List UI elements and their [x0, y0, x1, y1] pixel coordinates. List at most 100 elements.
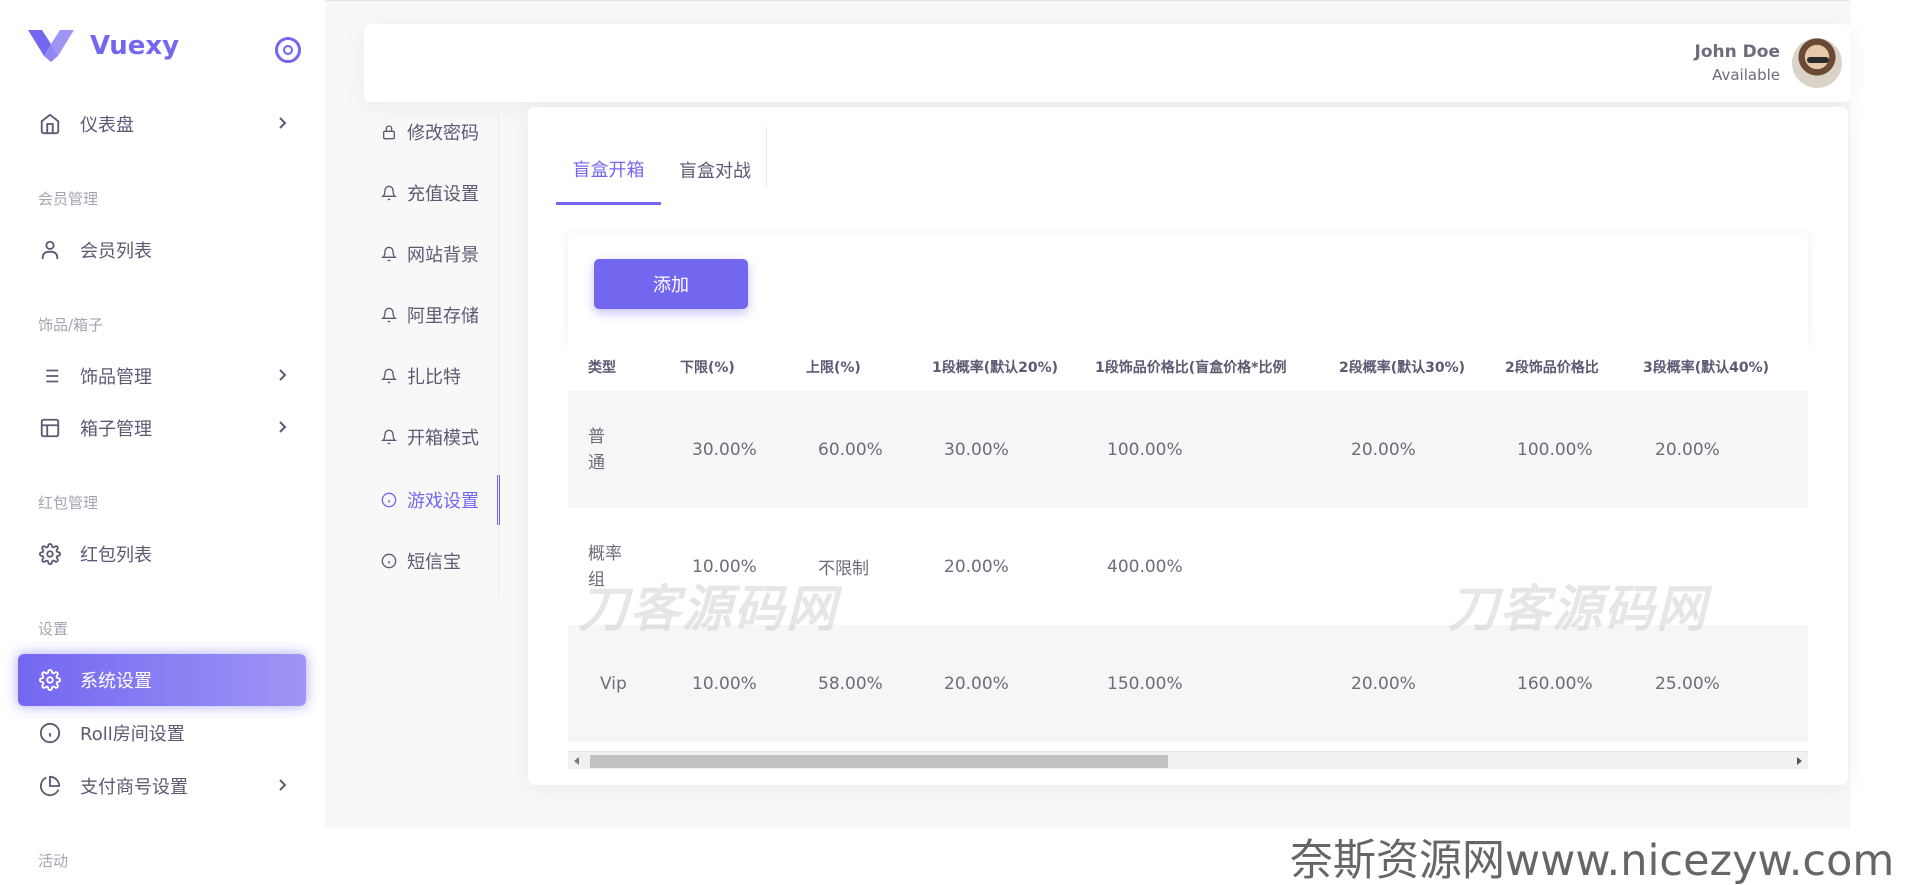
column-header: 上限(%) [786, 343, 912, 391]
column-header: 类型 [568, 343, 660, 391]
table-cell: 400.00% [1075, 508, 1319, 625]
table-cell: 60.00% [786, 391, 912, 508]
type-text: 普 通 [588, 426, 605, 473]
scroll-left-arrow-icon[interactable] [574, 757, 579, 765]
user-name[interactable]: John Doe [1695, 42, 1780, 62]
add-button[interactable]: 添加 [594, 259, 748, 309]
bell-icon [381, 307, 397, 323]
submenu-item-zabit[interactable]: 扎比特 [365, 351, 500, 401]
chevron-right-icon [276, 366, 288, 387]
bell-icon [381, 246, 397, 262]
sidebar-item-label: 系统设置 [80, 671, 152, 692]
table-cell: 30.00% [912, 391, 1075, 508]
sidebar-item-label: 箱子管理 [80, 419, 152, 440]
brand-name: Vuexy [90, 31, 180, 61]
watermark-text: 刀客源码网 [578, 579, 838, 638]
table-cell: 20.00% [1623, 391, 1808, 508]
submenu-item-label: 游戏设置 [407, 491, 479, 512]
submenu-item-sms-bao[interactable]: 短信宝 [365, 536, 500, 586]
table-cell: 30.00% [660, 391, 786, 508]
submenu-divider [498, 107, 499, 597]
sidebar-item-payment-settings[interactable]: 支付商号设置 [18, 760, 306, 812]
submenu-item-label: 网站背景 [407, 245, 479, 266]
type-text: Vip [600, 673, 627, 694]
table-row[interactable]: Vip 10.00% 58.00% 20.00% 150.00% 20.00% … [568, 625, 1808, 742]
sidebar-section-member: 会员管理 [38, 190, 99, 208]
submenu-item-game-settings[interactable]: 游戏设置 [365, 475, 500, 525]
table-row[interactable]: 普 通 30.00% 60.00% 30.00% 100.00% 20.00% … [568, 391, 1808, 508]
tab-blindbox-battle[interactable]: 盲盒对战 [661, 135, 769, 205]
sidebar-section-settings: 设置 [38, 620, 69, 638]
column-header: 2段饰品价格比 [1485, 343, 1623, 391]
gear-icon [38, 542, 62, 566]
table-cell: 20.00% [912, 508, 1075, 625]
table-cell: 20.00% [1319, 625, 1485, 742]
top-navbar: John Doe Available [364, 24, 1850, 102]
table-cell: 25.00% [1623, 625, 1808, 742]
table-cell: 100.00% [1075, 391, 1319, 508]
sidebar-item-member-list[interactable]: 会员列表 [18, 224, 306, 276]
sidebar-item-dashboard[interactable]: 仪表盘 [18, 98, 306, 150]
info-icon [38, 721, 62, 745]
submenu-item-label: 开箱模式 [407, 428, 479, 449]
table-cell: 20.00% [912, 625, 1075, 742]
sidebar-item-label: 会员列表 [80, 241, 152, 262]
sidebar-item-system-settings[interactable]: 系统设置 [18, 654, 306, 706]
submenu-item-change-password[interactable]: 修改密码 [365, 107, 500, 157]
submenu-item-label: 短信宝 [407, 552, 461, 573]
gear-icon [38, 668, 62, 692]
settings-submenu: 修改密码 充值设置 网站背景 阿里存储 扎比特 开箱模式 游戏设置 短信宝 [365, 107, 500, 597]
sidebar-section-activity: 活动 [38, 852, 69, 870]
sidebar-item-item-management[interactable]: 饰品管理 [18, 350, 306, 402]
table-cell: 150.00% [1075, 625, 1319, 742]
info-icon [381, 492, 397, 508]
info-icon [381, 553, 397, 569]
tab-bar: 盲盒开箱 盲盒对战 [556, 135, 769, 205]
column-header: 1段饰品价格比(盲盒价格*比例 [1075, 343, 1319, 391]
column-header: 下限(%) [660, 343, 786, 391]
sidebar-toggle-icon[interactable] [275, 37, 301, 63]
chevron-right-icon [276, 776, 288, 797]
submenu-item-site-background[interactable]: 网站背景 [365, 229, 500, 279]
chevron-right-icon [276, 418, 288, 439]
type-cell: 普 通 [568, 391, 660, 508]
watermark-text: 刀客源码网 [1448, 579, 1708, 638]
sidebar-item-label: Roll房间设置 [80, 724, 185, 745]
submenu-item-label: 阿里存储 [407, 306, 479, 327]
list-icon [38, 364, 62, 388]
sidebar-item-roll-room-settings[interactable]: Roll房间设置 [18, 707, 306, 759]
tab-blindbox-open[interactable]: 盲盒开箱 [556, 135, 661, 205]
avatar[interactable] [1792, 38, 1842, 88]
submenu-item-label: 修改密码 [407, 123, 479, 144]
submenu-item-label: 充值设置 [407, 184, 479, 205]
horizontal-scrollbar[interactable] [568, 751, 1808, 769]
submenu-item-ali-storage[interactable]: 阿里存储 [365, 290, 500, 340]
sidebar-section-items: 饰品/箱子 [38, 316, 104, 334]
sidebar-item-redpacket-list[interactable]: 红包列表 [18, 528, 306, 580]
sidebar-item-label: 支付商号设置 [80, 777, 188, 798]
chevron-right-icon [276, 114, 288, 135]
bell-icon [381, 368, 397, 384]
user-icon [38, 238, 62, 262]
submenu-item-open-mode[interactable]: 开箱模式 [365, 412, 500, 462]
table-header-row: 类型 下限(%) 上限(%) 1段概率(默认20%) 1段饰品价格比(盲盒价格*… [568, 343, 1808, 391]
sidebar-item-label: 仪表盘 [80, 115, 134, 136]
pie-chart-icon [38, 774, 62, 798]
sidebar-item-label: 红包列表 [80, 545, 152, 566]
table-toolbar: 添加 [568, 233, 1808, 343]
column-header: 3段概率(默认40%) [1623, 343, 1808, 391]
bell-icon [381, 429, 397, 445]
footer-watermark: 奈斯资源网www.nicezyw.com [1290, 836, 1895, 885]
vuexy-logo-icon [28, 30, 74, 62]
table-cell: 20.00% [1319, 391, 1485, 508]
brand[interactable]: Vuexy [28, 30, 179, 62]
home-icon [38, 112, 62, 136]
scrollbar-thumb[interactable] [590, 755, 1168, 768]
sidebar-item-box-management[interactable]: 箱子管理 [18, 402, 306, 454]
table-cell: 58.00% [786, 625, 912, 742]
scroll-right-arrow-icon[interactable] [1797, 757, 1802, 765]
bell-icon [381, 185, 397, 201]
submenu-item-label: 扎比特 [407, 367, 461, 388]
submenu-item-recharge-settings[interactable]: 充值设置 [365, 168, 500, 218]
probability-table: 类型 下限(%) 上限(%) 1段概率(默认20%) 1段饰品价格比(盲盒价格*… [568, 343, 1808, 742]
